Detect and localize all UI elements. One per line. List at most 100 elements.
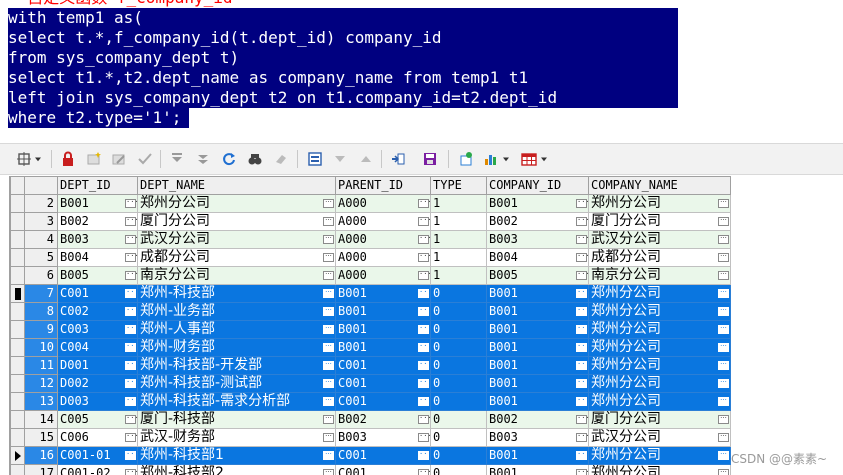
cell-editor-icon[interactable]: ···	[125, 235, 137, 244]
cell-editor-icon[interactable]: ···	[718, 397, 729, 406]
table-cell-company-id[interactable]: B005 ···	[486, 266, 589, 285]
refresh-icon[interactable]	[219, 149, 239, 169]
cell-editor-icon[interactable]: ···	[125, 451, 137, 460]
table-cell-company-id[interactable]: B001 ···	[486, 194, 589, 213]
table-row[interactable]: 15 C006 ··· 武汉-财务部 ··· B003 ··· 0 B003 ··· 武汉分公司 ··…	[10, 428, 731, 447]
column-header-dept-name[interactable]: DEPT_NAME	[137, 176, 336, 195]
save-layout-icon[interactable]	[305, 149, 325, 169]
table-cell-parent-id[interactable]: B001 ···	[335, 320, 431, 339]
cell-editor-icon[interactable]: ···	[125, 397, 137, 406]
column-header-company-id[interactable]: COMPANY_ID	[486, 176, 589, 195]
table-cell-company-name[interactable]: 郑州分公司 ···	[588, 194, 731, 213]
cell-editor-icon[interactable]: ···	[125, 289, 137, 298]
grid-settings-icon[interactable]	[14, 149, 34, 169]
table-cell-type[interactable]: 0	[430, 338, 487, 357]
cell-editor-icon[interactable]: ···	[323, 379, 334, 388]
cell-editor-icon[interactable]: ···	[418, 289, 430, 298]
table-cell-company-id[interactable]: B001 ···	[486, 374, 589, 393]
table-row[interactable]: 12 D002 ··· 郑州-科技部-测试部 ··· C001 ··· 0 B001 ··· 郑州分…	[10, 374, 731, 393]
table-cell-dept-name[interactable]: 郑州-财务部 ···	[137, 338, 336, 357]
cell-editor-icon[interactable]: ···	[718, 289, 729, 298]
table-cell-dept-id[interactable]: C001 ···	[57, 284, 138, 303]
table-cell-company-id[interactable]: B001 ···	[486, 464, 589, 475]
table-row[interactable]: 16 C001-01 ··· 郑州-科技部1 ··· C001 ··· 0 B001 ··· 郑州分…	[10, 446, 731, 465]
cell-editor-icon[interactable]: ···	[418, 199, 430, 208]
table-cell-dept-id[interactable]: D002 ···	[57, 374, 138, 393]
cell-editor-icon[interactable]: ···	[718, 343, 729, 352]
cell-editor-icon[interactable]: ···	[718, 469, 729, 475]
table-row[interactable]: 10 C004 ··· 郑州-财务部 ··· B001 ··· 0 B001 ··· 郑州分公司 ··…	[10, 338, 731, 357]
table-cell-type[interactable]: 0	[430, 446, 487, 465]
clear-icon[interactable]	[271, 149, 291, 169]
table-cell-dept-name[interactable]: 厦门-科技部 ···	[137, 410, 336, 429]
table-cell-company-id[interactable]: B004 ···	[486, 248, 589, 267]
table-cell-type[interactable]: 0	[430, 320, 487, 339]
table-row[interactable]: 4 B003 ··· 武汉分公司 ··· A000 ··· 1 B003 ··· 武汉分公司 ···	[10, 230, 731, 249]
cell-editor-icon[interactable]: ···	[323, 253, 334, 262]
table-cell-type[interactable]: 0	[430, 356, 487, 375]
table-row[interactable]: 6 B005 ··· 南京分公司 ··· A000 ··· 1 B005 ··· 南京分公司 ···	[10, 266, 731, 285]
cell-editor-icon[interactable]: ···	[418, 379, 430, 388]
result-grid[interactable]: DEPT_ID DEPT_NAME PARENT_ID TYPE COMPANY…	[9, 176, 731, 475]
cell-editor-icon[interactable]: ···	[576, 469, 588, 475]
cell-editor-icon[interactable]: ···	[125, 325, 137, 334]
cell-editor-icon[interactable]: ···	[418, 253, 430, 262]
table-cell-company-name[interactable]: 武汉分公司 ···	[588, 428, 731, 447]
cell-editor-icon[interactable]: ···	[418, 235, 430, 244]
cell-editor-icon[interactable]: ···	[323, 325, 334, 334]
cell-editor-icon[interactable]: ···	[718, 325, 729, 334]
table-cell-dept-name[interactable]: 成都分公司 ···	[137, 248, 336, 267]
find-icon[interactable]	[245, 149, 265, 169]
cell-editor-icon[interactable]: ···	[718, 415, 729, 424]
chevron-down-icon[interactable]	[538, 149, 550, 169]
table-cell-parent-id[interactable]: B003 ···	[335, 428, 431, 447]
table-cell-company-name[interactable]: 郑州分公司 ···	[588, 446, 731, 465]
cell-editor-icon[interactable]: ···	[576, 199, 588, 208]
post-check-icon[interactable]	[135, 149, 155, 169]
table-cell-company-id[interactable]: B001 ···	[486, 392, 589, 411]
cell-editor-icon[interactable]: ···	[418, 397, 430, 406]
table-cell-parent-id[interactable]: B001 ···	[335, 338, 431, 357]
sql-editor[interactable]: --自定义函数 f_company_id with temp1 as( sele…	[0, 0, 843, 140]
column-header-parent-id[interactable]: PARENT_ID	[335, 176, 431, 195]
table-cell-dept-name[interactable]: 郑州-科技部-测试部 ···	[137, 374, 336, 393]
cell-editor-icon[interactable]: ···	[576, 289, 588, 298]
table-cell-company-name[interactable]: 厦门分公司 ···	[588, 410, 731, 429]
table-cell-parent-id[interactable]: A000 ···	[335, 248, 431, 267]
table-cell-dept-name[interactable]: 郑州-业务部 ···	[137, 302, 336, 321]
table-row[interactable]: 8 C002 ··· 郑州-业务部 ··· B001 ··· 0 B001 ··· 郑州分公司 ···	[10, 302, 731, 321]
cell-editor-icon[interactable]: ···	[576, 415, 588, 424]
cell-editor-icon[interactable]: ···	[418, 433, 430, 442]
bar-chart-icon[interactable]	[481, 149, 501, 169]
table-cell-dept-name[interactable]: 武汉分公司 ···	[137, 230, 336, 249]
cell-editor-icon[interactable]: ···	[576, 379, 588, 388]
table-cell-parent-id[interactable]: B001 ···	[335, 302, 431, 321]
table-row[interactable]: 13 D003 ··· 郑州-科技部-需求分析部 ··· C001 ··· 0 B001 ··· 郑…	[10, 392, 731, 411]
table-cell-dept-id[interactable]: B003 ···	[57, 230, 138, 249]
cell-editor-icon[interactable]: ···	[576, 433, 588, 442]
table-cell-type[interactable]: 0	[430, 410, 487, 429]
table-cell-type[interactable]: 1	[430, 194, 487, 213]
query-plan-icon[interactable]	[456, 149, 476, 169]
cell-editor-icon[interactable]: ···	[323, 361, 334, 370]
table-cell-company-name[interactable]: 郑州分公司 ···	[588, 302, 731, 321]
column-header-company-name[interactable]: COMPANY_NAME	[588, 176, 731, 195]
table-cell-company-name[interactable]: 成都分公司 ···	[588, 248, 731, 267]
cell-editor-icon[interactable]: ···	[576, 397, 588, 406]
table-cell-company-id[interactable]: B001 ···	[486, 302, 589, 321]
cell-editor-icon[interactable]: ···	[718, 307, 729, 316]
cell-editor-icon[interactable]: ···	[323, 271, 334, 280]
table-cell-dept-name[interactable]: 郑州分公司 ···	[137, 194, 336, 213]
column-header-type[interactable]: TYPE	[430, 176, 487, 195]
table-cell-dept-id[interactable]: B004 ···	[57, 248, 138, 267]
table-row[interactable]: 5 B004 ··· 成都分公司 ··· A000 ··· 1 B004 ··· 成都分公司 ···	[10, 248, 731, 267]
table-cell-parent-id[interactable]: B002 ···	[335, 410, 431, 429]
table-view-icon[interactable]	[519, 149, 539, 169]
cell-editor-icon[interactable]: ···	[576, 361, 588, 370]
cell-editor-icon[interactable]: ···	[323, 451, 334, 460]
cell-editor-icon[interactable]: ···	[718, 433, 729, 442]
cell-editor-icon[interactable]: ···	[125, 271, 137, 280]
table-cell-parent-id[interactable]: C001 ···	[335, 356, 431, 375]
cell-editor-icon[interactable]: ···	[718, 217, 729, 226]
table-cell-dept-name[interactable]: 郑州-科技部-开发部 ···	[137, 356, 336, 375]
